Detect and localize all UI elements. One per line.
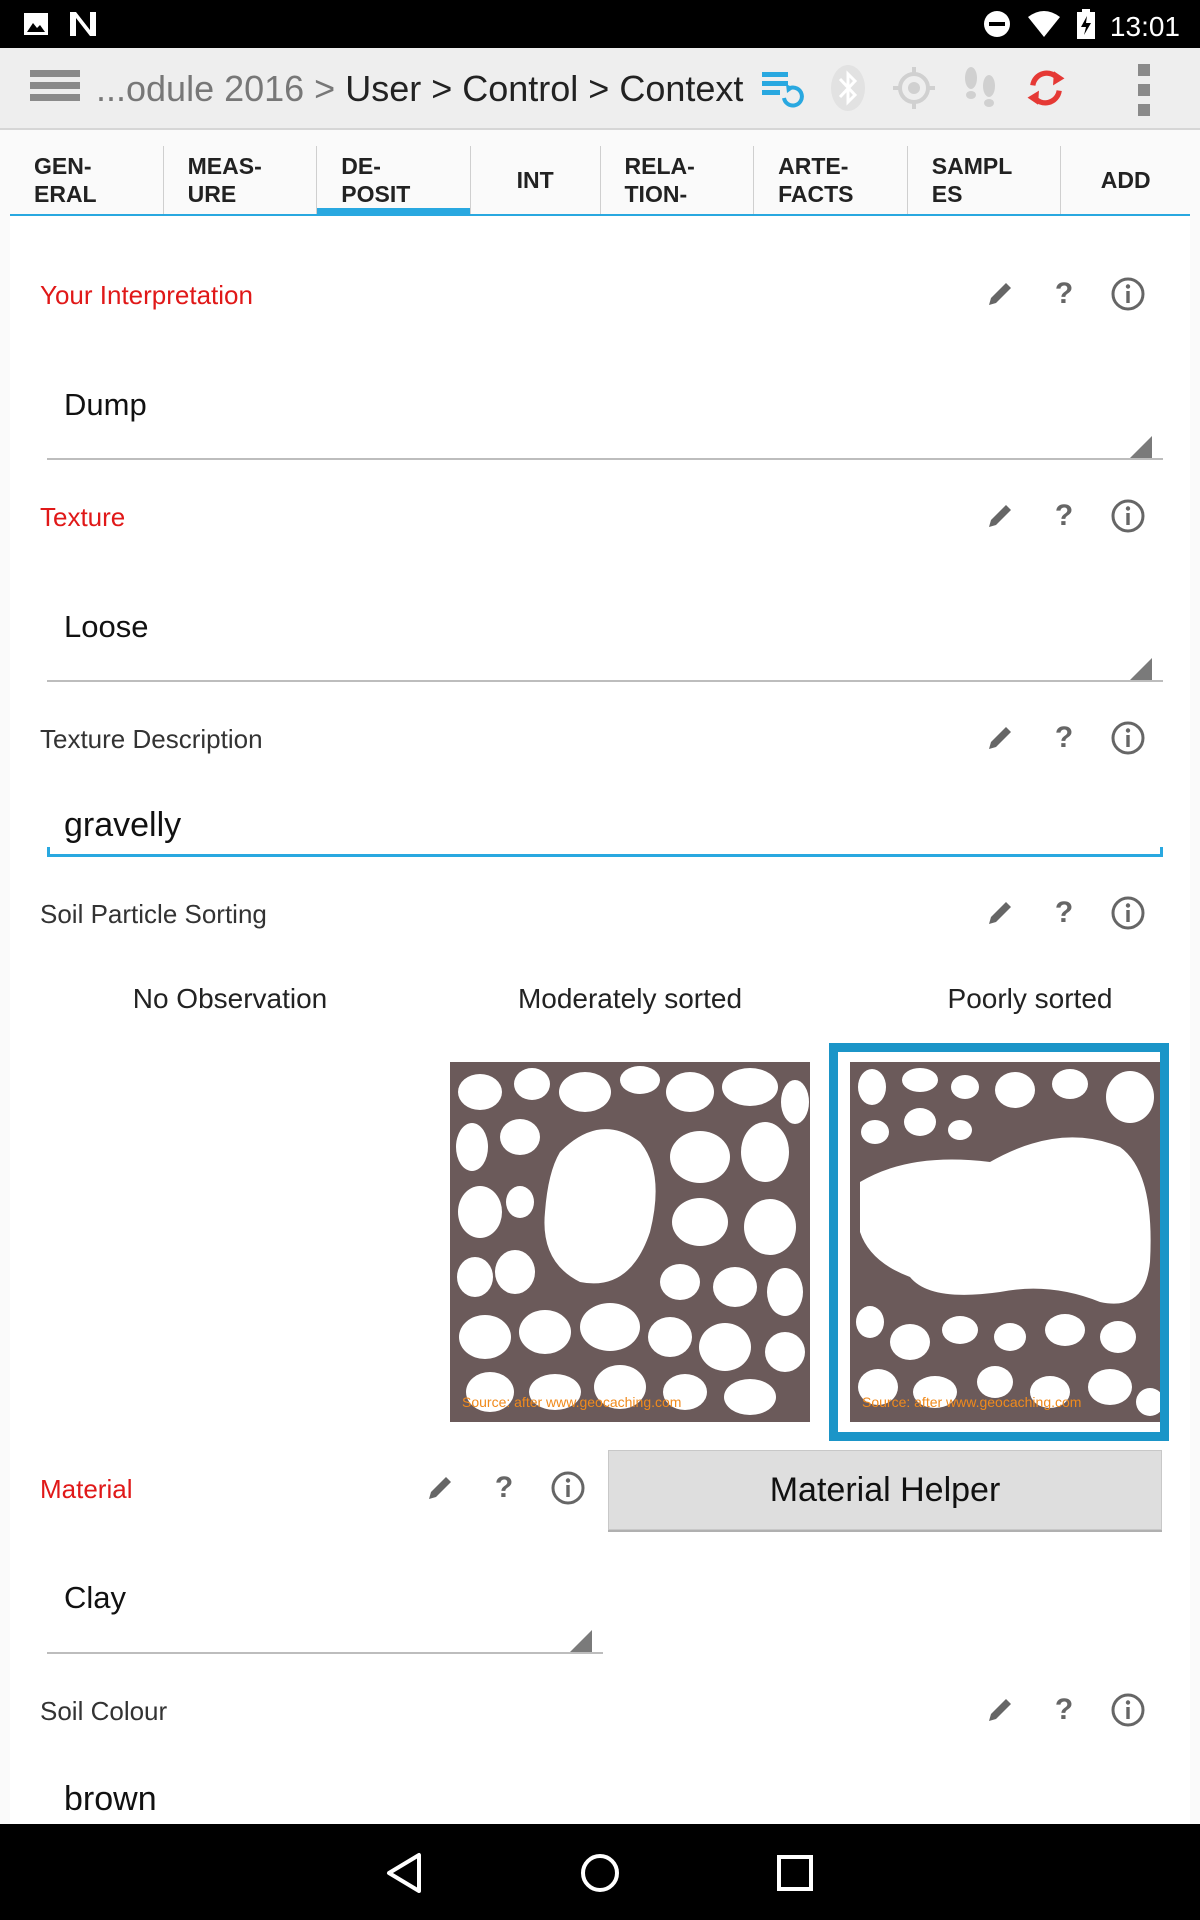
material-underline: [47, 1652, 603, 1654]
sorting-option-poorly-sorted[interactable]: Poorly sorted: [850, 983, 1200, 1015]
sync-list-icon[interactable]: [760, 62, 804, 114]
menu-icon[interactable]: [30, 70, 80, 110]
pencil-icon[interactable]: [968, 891, 1032, 935]
tab-samples[interactable]: SAMPL ES: [908, 146, 1062, 214]
pencil-icon[interactable]: [968, 272, 1032, 316]
help-icon[interactable]: ?: [1032, 272, 1096, 316]
dropdown-arrow-icon[interactable]: [1130, 436, 1152, 458]
info-icon[interactable]: [1096, 716, 1160, 760]
material-label: Material: [40, 1474, 133, 1504]
pencil-icon[interactable]: [968, 494, 1032, 538]
n-logo-icon: [68, 10, 98, 43]
soil-colour-label: Soil Colour: [40, 1696, 168, 1726]
breadcrumb[interactable]: ...odule 2016 > User > Control > Context: [96, 68, 743, 110]
tab-general[interactable]: GEN- ERAL: [10, 146, 164, 214]
moderately-sorted-image[interactable]: Source: after www.geocaching.com: [450, 1062, 810, 1422]
sorting-option-no-observation[interactable]: No Observation: [50, 983, 410, 1015]
tab-add[interactable]: ADD: [1061, 146, 1190, 214]
interpretation-spinner[interactable]: Dump: [64, 387, 147, 423]
help-icon[interactable]: ?: [472, 1466, 536, 1510]
help-icon[interactable]: ?: [1032, 494, 1096, 538]
tab-artefacts[interactable]: ARTE- FACTS: [754, 146, 908, 214]
material-spinner[interactable]: Clay: [64, 1580, 126, 1616]
breadcrumb-prefix: ...odule 2016 >: [96, 68, 336, 109]
footsteps-icon[interactable]: [958, 62, 1002, 114]
help-icon[interactable]: ?: [1032, 716, 1096, 760]
pencil-icon[interactable]: [408, 1466, 472, 1510]
texture-description-input[interactable]: gravelly: [64, 806, 181, 845]
tab-deposit[interactable]: DE- POSIT: [317, 146, 471, 216]
texture-description-label: Texture Description: [40, 724, 263, 754]
do-not-disturb-icon: [982, 9, 1012, 44]
dropdown-arrow-icon[interactable]: [570, 1630, 592, 1652]
info-icon[interactable]: [536, 1466, 600, 1510]
texture-spinner[interactable]: Loose: [64, 609, 148, 645]
interpretation-label: Your Interpretation: [40, 280, 253, 310]
pencil-icon[interactable]: [968, 716, 1032, 760]
pencil-icon[interactable]: [968, 1688, 1032, 1732]
bluetooth-icon[interactable]: [826, 62, 870, 114]
help-icon[interactable]: ?: [1032, 891, 1096, 935]
sorting-option-moderately-sorted[interactable]: Moderately sorted: [450, 983, 810, 1015]
texture-label: Texture: [40, 502, 126, 532]
texture-underline: [47, 680, 1163, 682]
tab-relation[interactable]: RELA- TION-: [601, 146, 755, 214]
image-source-caption: Source: after www.geocaching.com: [462, 1394, 682, 1410]
image-source-caption: Source: after www.geocaching.com: [862, 1394, 1082, 1410]
tab-int[interactable]: INT: [471, 146, 601, 214]
info-icon[interactable]: [1096, 891, 1160, 935]
recents-icon[interactable]: [770, 1848, 820, 1898]
overflow-menu-icon[interactable]: [1138, 64, 1152, 116]
soil-sorting-label: Soil Particle Sorting: [40, 899, 267, 929]
battery-charging-icon: [1076, 8, 1096, 45]
tab-measure[interactable]: MEAS- URE: [164, 146, 318, 214]
poorly-sorted-image[interactable]: Source: after www.geocaching.com: [850, 1062, 1160, 1422]
info-icon[interactable]: [1096, 494, 1160, 538]
navigation-bar: [0, 1824, 1200, 1920]
deposit-form: Your Interpretation ? Dump Texture ? Loo…: [10, 216, 1190, 1824]
info-icon[interactable]: [1096, 272, 1160, 316]
back-icon[interactable]: [380, 1848, 430, 1898]
interpretation-underline: [47, 458, 1163, 460]
action-bar: ...odule 2016 > User > Control > Context: [0, 48, 1200, 130]
image-icon: [22, 10, 50, 43]
status-bar: 13:01: [0, 0, 1200, 48]
breadcrumb-path: User > Control > Context: [335, 68, 744, 109]
texture-description-underline: [47, 854, 1163, 857]
section-tabs: GEN- ERAL MEAS- URE DE- POSIT INT RELA- TION…: [10, 146, 1190, 216]
clock: 13:01: [1109, 10, 1180, 42]
refresh-icon[interactable]: [1024, 62, 1068, 114]
home-icon[interactable]: [575, 1848, 625, 1898]
wifi-icon: [1026, 9, 1062, 44]
gps-icon[interactable]: [892, 62, 936, 114]
material-helper-button[interactable]: Material Helper: [608, 1450, 1162, 1530]
info-icon[interactable]: [1096, 1688, 1160, 1732]
soil-colour-input[interactable]: brown: [64, 1780, 157, 1819]
dropdown-arrow-icon[interactable]: [1130, 658, 1152, 680]
help-icon[interactable]: ?: [1032, 1688, 1096, 1732]
